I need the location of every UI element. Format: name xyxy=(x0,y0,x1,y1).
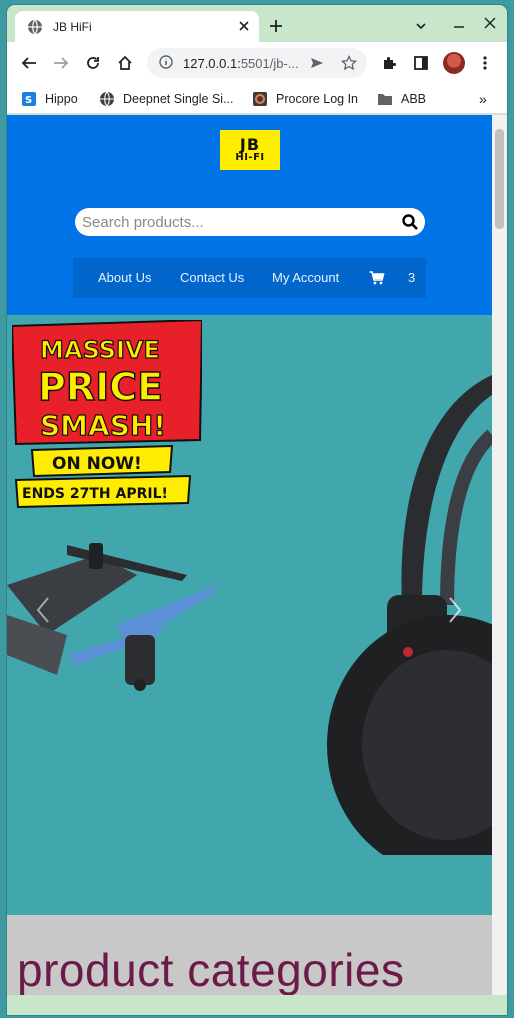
address-bar[interactable]: 127.0.0.1:5501/jb-... xyxy=(147,48,367,78)
search-bar xyxy=(75,208,425,236)
bookmarks-overflow-button[interactable]: » xyxy=(479,90,487,108)
tab-strip: JB HiFi xyxy=(7,5,507,42)
menu-kebab-icon[interactable] xyxy=(475,53,495,73)
logo-text-bottom: HI-FI xyxy=(235,152,265,163)
bookmarks-bar: S Hippo Deepnet Single Si... Procore Log… xyxy=(7,84,507,114)
promo-line-5: ENDS 27TH APRIL! xyxy=(22,486,168,502)
bookmark-label: Hippo xyxy=(45,92,78,106)
browser-toolbar: 127.0.0.1:5501/jb-... xyxy=(7,42,507,84)
tab-title: JB HiFi xyxy=(53,19,92,34)
bookmark-deepnet[interactable]: Deepnet Single Si... xyxy=(99,90,234,108)
browser-tab[interactable]: JB HiFi xyxy=(15,11,259,42)
bookmark-label: ABB xyxy=(401,92,427,106)
globe-icon xyxy=(27,19,43,35)
jb-hifi-logo[interactable]: JB HI-FI xyxy=(220,130,280,170)
bookmark-procore[interactable]: Procore Log In xyxy=(252,90,358,108)
url-path: 5501/jb-... xyxy=(240,55,299,71)
sharepoint-icon: S xyxy=(21,91,37,107)
home-icon[interactable] xyxy=(115,53,135,73)
forward-arrow-icon[interactable] xyxy=(51,53,71,73)
new-tab-icon[interactable] xyxy=(267,17,285,35)
globe-icon xyxy=(99,91,115,107)
browser-window: JB HiFi 127.0.0.1:5501/jb-... S Hippo De… xyxy=(7,5,507,1015)
carousel-next-chevron-icon[interactable] xyxy=(445,595,465,625)
nav-contact-us[interactable]: Contact Us xyxy=(180,270,244,285)
reload-icon[interactable] xyxy=(83,53,103,73)
main-nav: About Us Contact Us My Account 3 xyxy=(73,258,426,298)
back-arrow-icon[interactable] xyxy=(19,53,39,73)
bookmark-label: Deepnet Single Si... xyxy=(123,92,234,106)
logo-text-top: JB xyxy=(239,135,261,154)
nav-my-account[interactable]: My Account xyxy=(272,270,339,285)
site-header: JB HI-FI About Us Contact Us My Account … xyxy=(7,115,492,315)
folder-icon xyxy=(377,91,393,107)
site-info-icon[interactable] xyxy=(159,54,173,73)
address-url: 127.0.0.1:5501/jb-... xyxy=(183,56,299,71)
bookmark-label: Procore Log In xyxy=(276,92,358,106)
nav-about-us[interactable]: About Us xyxy=(98,270,151,285)
profile-avatar[interactable] xyxy=(443,52,465,74)
close-window-icon[interactable] xyxy=(481,14,499,32)
url-host: 127.0.0.1: xyxy=(183,55,241,71)
cart-icon[interactable] xyxy=(369,270,385,286)
side-panel-icon[interactable] xyxy=(411,53,431,73)
search-icon[interactable] xyxy=(402,214,418,230)
section-heading: product categories xyxy=(17,944,405,995)
vertical-scrollbar[interactable] xyxy=(492,115,507,995)
bookmark-hippo[interactable]: S Hippo xyxy=(21,90,78,108)
product-categories-section: product categories xyxy=(7,915,492,995)
bookmark-abb-folder[interactable]: ABB xyxy=(377,90,426,108)
close-tab-icon[interactable] xyxy=(235,17,253,35)
procore-icon xyxy=(252,91,268,107)
vertical-scroll-thumb[interactable] xyxy=(495,129,504,229)
svg-text:S: S xyxy=(25,95,32,106)
cart-count[interactable]: 3 xyxy=(408,270,415,285)
promo-line-3: SMASH! xyxy=(40,409,166,442)
page-viewport: JB HI-FI About Us Contact Us My Account … xyxy=(7,115,507,995)
promo-line-1: MASSIVE xyxy=(40,336,160,364)
send-icon[interactable] xyxy=(307,53,327,73)
carousel-prev-chevron-icon[interactable] xyxy=(33,595,53,625)
tab-search-chevron-icon[interactable] xyxy=(412,17,430,35)
minimize-icon[interactable] xyxy=(450,17,468,35)
search-input[interactable] xyxy=(82,213,392,231)
hero-carousel: MASSIVE PRICE SMASH! ON NOW! ENDS 27TH A… xyxy=(7,315,492,915)
bookmark-star-icon[interactable] xyxy=(339,53,359,73)
promo-line-4: ON NOW! xyxy=(52,454,142,474)
promo-line-2: PRICE xyxy=(38,365,163,409)
extensions-puzzle-icon[interactable] xyxy=(379,53,399,73)
massive-price-smash-promo[interactable]: MASSIVE PRICE SMASH! ON NOW! ENDS 27TH A… xyxy=(12,320,202,510)
